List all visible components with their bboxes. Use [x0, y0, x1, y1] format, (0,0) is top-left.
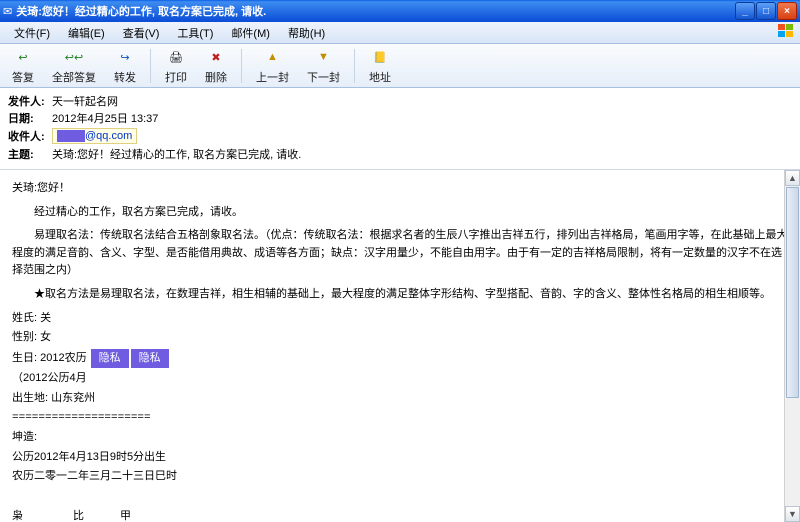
- from-label: 发件人:: [8, 93, 52, 109]
- birth-row2: （2012公历4月: [12, 370, 788, 388]
- divider: =====================: [12, 410, 788, 428]
- toolbar: ↩答复 ↩↩全部答复 ↪转发 🖨打印 ✖删除 ▲上一封 ▼下一封 📒地址: [0, 44, 800, 88]
- separator: [150, 49, 151, 83]
- titlebar: ✉ 关琦:您好！经过精心的工作, 取名方案已完成, 请收. _ □ ×: [0, 0, 800, 22]
- birth-row: 生日: 2012农历 隐私隐私: [12, 349, 788, 369]
- windows-flag-icon: [778, 24, 796, 40]
- body-line: 易理取名法：传统取名法结合五格剖象取名法。（优点：传统取名法：根据求名者的生辰八…: [12, 227, 788, 280]
- date-value: 2012年4月25日 13:37: [52, 110, 158, 126]
- subject-label: 主题:: [8, 146, 52, 162]
- scroll-down-icon[interactable]: ▼: [785, 506, 800, 522]
- menu-file[interactable]: 文件(F): [6, 23, 58, 43]
- menu-mail[interactable]: 邮件(M): [223, 23, 278, 43]
- lunar: 农历二零一二年三月二十三日巳时: [12, 468, 788, 486]
- menu-help[interactable]: 帮助(H): [280, 23, 333, 43]
- scrollbar[interactable]: ▲ ▼: [784, 170, 800, 522]
- to-value[interactable]: @qq.com: [52, 128, 137, 144]
- menu-view[interactable]: 查看(V): [115, 23, 168, 43]
- reply-all-icon: ↩↩: [63, 46, 85, 68]
- scroll-up-icon[interactable]: ▲: [785, 170, 800, 186]
- from-value: 天一轩起名网: [52, 93, 118, 109]
- reply-button[interactable]: ↩答复: [6, 44, 40, 87]
- date-label: 日期:: [8, 110, 52, 126]
- down-arrow-icon: ▼: [313, 46, 335, 68]
- kun: 坤造:: [12, 429, 788, 447]
- bazi-table: 枭比甲隐私隐私 壬甲辰 癸戊乙癸戊乙: [12, 508, 239, 522]
- mail-icon: ✉: [3, 5, 12, 18]
- separator: [354, 49, 355, 83]
- gregorian: 公历2012年4月13日9时5分出生: [12, 449, 788, 467]
- print-icon: 🖨: [165, 46, 187, 68]
- mail-header: 发件人:天一轩起名网 日期:2012年4月25日 13:37 收件人: @qq.…: [0, 88, 800, 170]
- privacy-tag: 隐私: [131, 349, 169, 369]
- reply-icon: ↩: [12, 46, 34, 68]
- delete-icon: ✖: [205, 46, 227, 68]
- print-button[interactable]: 🖨打印: [159, 44, 193, 87]
- forward-button[interactable]: ↪转发: [108, 44, 142, 87]
- birthplace: 出生地: 山东兖州: [12, 390, 788, 408]
- surname-row: 姓氏: 关: [12, 310, 788, 328]
- delete-button[interactable]: ✖删除: [199, 44, 233, 87]
- menubar: 文件(F) 编辑(E) 查看(V) 工具(T) 邮件(M) 帮助(H): [0, 22, 800, 44]
- maximize-button[interactable]: □: [756, 2, 776, 20]
- minimize-button[interactable]: _: [735, 2, 755, 20]
- up-arrow-icon: ▲: [262, 46, 284, 68]
- sex-row: 性别: 女: [12, 329, 788, 347]
- body-line: ★取名方法是易理取名法，在数理吉祥，相生相辅的基础上，最大程度的满足整体字形结构…: [12, 286, 788, 304]
- address-button[interactable]: 📒地址: [363, 44, 397, 87]
- menu-edit[interactable]: 编辑(E): [60, 23, 113, 43]
- greeting: 关琦:您好！: [12, 180, 788, 198]
- table-row: 枭比甲隐私隐私: [12, 508, 239, 522]
- to-label: 收件人:: [8, 128, 52, 144]
- window-controls: _ □ ×: [735, 2, 797, 20]
- close-button[interactable]: ×: [777, 2, 797, 20]
- scroll-thumb[interactable]: [786, 187, 799, 398]
- reply-all-button[interactable]: ↩↩全部答复: [46, 44, 102, 87]
- privacy-tag: 隐私: [91, 349, 129, 369]
- address-book-icon: 📒: [369, 46, 391, 68]
- body-line: 经过精心的工作，取名方案已完成，请收。: [12, 204, 788, 222]
- separator: [241, 49, 242, 83]
- forward-icon: ↪: [114, 46, 136, 68]
- prev-button[interactable]: ▲上一封: [250, 44, 295, 87]
- subject-value: 关琦:您好！经过精心的工作, 取名方案已完成, 请收.: [52, 146, 301, 162]
- next-button[interactable]: ▼下一封: [301, 44, 346, 87]
- window-title: 关琦:您好！经过精心的工作, 取名方案已完成, 请收.: [16, 3, 266, 19]
- mail-body: 关琦:您好！ 经过精心的工作，取名方案已完成，请收。 易理取名法：传统取名法结合…: [0, 170, 800, 522]
- menu-tools[interactable]: 工具(T): [169, 23, 221, 43]
